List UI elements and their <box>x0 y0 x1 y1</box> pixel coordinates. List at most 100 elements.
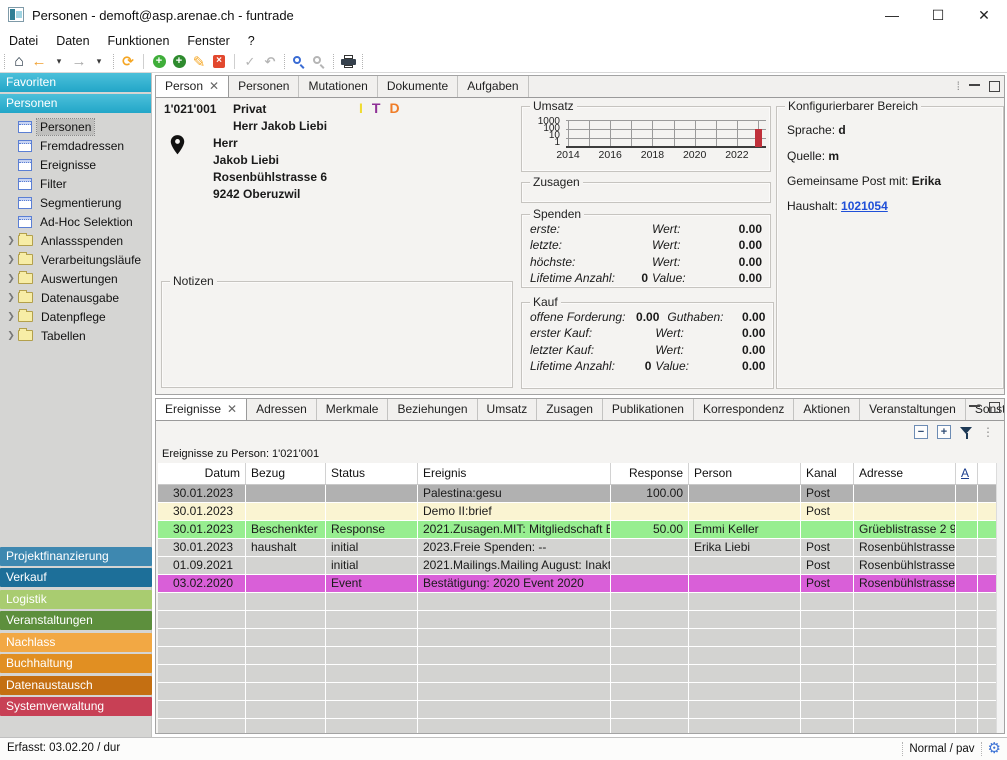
person-tab-dokumente[interactable]: Dokumente <box>378 76 458 97</box>
sidebar-item-datenausgabe[interactable]: ❯Datenausgabe <box>0 288 151 307</box>
person-tab-personen[interactable]: Personen <box>229 76 299 97</box>
menu-item-datei[interactable]: Datei <box>0 32 47 50</box>
sidebar-item-personen[interactable]: Personen <box>0 117 151 136</box>
events-table-scrollbar[interactable] <box>996 463 1004 733</box>
print-icon[interactable] <box>338 52 358 72</box>
table-row[interactable]: 30.01.2023haushaltinitial2023.Freie Spen… <box>158 539 996 557</box>
module-bar-datenaustausch[interactable]: Datenaustausch <box>0 676 152 695</box>
module-bar-logistik[interactable]: Logistik <box>0 590 152 609</box>
menu-item-?[interactable]: ? <box>239 32 264 50</box>
person-tab-aufgaben[interactable]: Aufgaben <box>458 76 528 97</box>
column-header-response[interactable]: Response <box>611 463 689 484</box>
delete-trash-icon[interactable]: × <box>209 52 229 72</box>
column-header-label: Person <box>694 466 732 480</box>
sidebar-item-segmentierung[interactable]: Segmentierung <box>0 193 151 212</box>
sidebar-header-favoriten[interactable]: Favoriten <box>0 73 151 92</box>
window-close-button[interactable]: ✕ <box>961 0 1007 30</box>
column-header-label: A <box>961 466 969 480</box>
column-header-adresse[interactable]: Adresse <box>854 463 956 484</box>
person-panel-maximize-icon[interactable] <box>989 81 1000 92</box>
module-bar-verkauf[interactable]: Verkauf <box>0 568 152 587</box>
module-bar-systemverwaltung[interactable]: Systemverwaltung <box>0 697 152 716</box>
sidebar-item-verarbeitungsläufe[interactable]: ❯Verarbeitungsläufe <box>0 250 151 269</box>
notes-fieldset[interactable]: Notizen <box>161 274 513 388</box>
column-header-person[interactable]: Person <box>689 463 801 484</box>
events-tab-umsatz[interactable]: Umsatz <box>478 399 538 420</box>
table-row[interactable]: 30.01.2023Demo II:briefPost <box>158 503 996 521</box>
column-header-datum[interactable]: Datum <box>158 463 246 484</box>
sidebar-item-filter[interactable]: Filter <box>0 174 151 193</box>
chevron-right-icon[interactable]: ❯ <box>4 235 18 246</box>
forward-dropdown-icon[interactable]: ▾ <box>89 52 109 72</box>
chevron-right-icon[interactable]: ❯ <box>4 292 18 303</box>
column-header-status[interactable]: Status <box>326 463 418 484</box>
chevron-right-icon[interactable]: ❯ <box>4 254 18 265</box>
events-tab-publikationen[interactable]: Publikationen <box>603 399 694 420</box>
filter-funnel-icon[interactable] <box>960 426 973 439</box>
person-panel-minimize-icon[interactable] <box>969 83 980 86</box>
add-icon[interactable]: + <box>149 52 169 72</box>
table-row[interactable]: 03.02.2020EventBestätigung: 2020 Event 2… <box>158 575 996 593</box>
chevron-right-icon[interactable]: ❯ <box>4 330 18 341</box>
haushalt-link[interactable]: 1021054 <box>841 199 888 213</box>
events-panel-maximize-icon[interactable] <box>989 402 1000 413</box>
events-tab-zusagen[interactable]: Zusagen <box>537 399 603 420</box>
events-tab-veranstaltungen[interactable]: Veranstaltungen <box>860 399 966 420</box>
events-tab-ereignisse[interactable]: Ereignisse✕ <box>156 399 247 420</box>
sidebar-item-ad-hoc-selektion[interactable]: Ad-Hoc Selektion <box>0 212 151 231</box>
window-maximize-button[interactable]: ☐ <box>915 0 961 30</box>
add-special-icon[interactable]: + <box>169 52 189 72</box>
person-panel-kebab-icon[interactable]: ⁞ <box>957 79 960 93</box>
column-header-bezug[interactable]: Bezug <box>246 463 326 484</box>
events-tab-korrespondenz[interactable]: Korrespondenz <box>694 399 794 420</box>
events-tab-aktionen[interactable]: Aktionen <box>794 399 860 420</box>
events-kebab-icon[interactable]: ⋮ <box>982 425 994 439</box>
module-bar-veranstaltungen[interactable]: Veranstaltungen <box>0 611 152 630</box>
table-row[interactable]: 30.01.2023Palestina:gesu100.00Post <box>158 485 996 503</box>
confirm-check-icon[interactable]: ✓ <box>240 52 260 72</box>
column-header-kanal[interactable]: Kanal <box>801 463 854 484</box>
sidebar-item-auswertungen[interactable]: ❯Auswertungen <box>0 269 151 288</box>
sidebar: Favoriten Personen PersonenFremdadressen… <box>0 73 152 737</box>
chevron-right-icon[interactable]: ❯ <box>4 311 18 322</box>
settings-gear-icon[interactable]: ⚙ <box>988 741 1001 756</box>
events-panel-minimize-icon[interactable] <box>969 404 980 407</box>
sidebar-item-datenpflege[interactable]: ❯Datenpflege <box>0 307 151 326</box>
chart-gridline <box>610 120 611 147</box>
menu-item-daten[interactable]: Daten <box>47 32 98 50</box>
chevron-right-icon[interactable]: ❯ <box>4 273 18 284</box>
sidebar-item-anlassspenden[interactable]: ❯Anlassspenden <box>0 231 151 250</box>
sidebar-item-tabellen[interactable]: ❯Tabellen <box>0 326 151 345</box>
module-bar-nachlass[interactable]: Nachlass <box>0 633 152 652</box>
events-tab-adressen[interactable]: Adressen <box>247 399 317 420</box>
window-minimize-button[interactable]: — <box>869 0 915 30</box>
person-tab-mutationen[interactable]: Mutationen <box>299 76 377 97</box>
menu-item-funktionen[interactable]: Funktionen <box>99 32 179 50</box>
column-header-ereignis[interactable]: Ereignis <box>418 463 611 484</box>
forward-icon[interactable]: → <box>69 52 89 72</box>
undo-icon[interactable]: ↶ <box>260 52 280 72</box>
expand-all-button[interactable]: + <box>937 425 951 439</box>
table-row[interactable]: 01.09.2021initial2021.Mailings.Mailing A… <box>158 557 996 575</box>
sidebar-header-personen[interactable]: Personen <box>0 94 151 113</box>
search-icon[interactable] <box>289 52 309 72</box>
close-tab-icon[interactable]: ✕ <box>227 399 237 420</box>
events-tab-beziehungen[interactable]: Beziehungen <box>388 399 477 420</box>
module-bar-projektfinanzierung[interactable]: Projektfinanzierung <box>0 547 152 566</box>
events-tab-merkmale[interactable]: Merkmale <box>317 399 389 420</box>
module-bar-buchhaltung[interactable]: Buchhaltung <box>0 654 152 673</box>
person-tab-person[interactable]: Person✕ <box>156 76 229 97</box>
sidebar-item-ereignisse[interactable]: Ereignisse <box>0 155 151 174</box>
refresh-icon[interactable]: ⟳ <box>118 52 138 72</box>
sidebar-item-fremdadressen[interactable]: Fremdadressen <box>0 136 151 155</box>
back-icon[interactable]: ← <box>29 52 49 72</box>
back-dropdown-icon[interactable]: ▾ <box>49 52 69 72</box>
home-icon[interactable]: ⌂ <box>9 52 29 72</box>
column-header-a[interactable]: A <box>956 463 978 484</box>
collapse-all-button[interactable]: − <box>914 425 928 439</box>
edit-pencil-icon[interactable]: ✎ <box>189 52 209 72</box>
close-tab-icon[interactable]: ✕ <box>209 76 219 97</box>
menu-item-fenster[interactable]: Fenster <box>178 32 238 50</box>
table-row[interactable]: 30.01.2023BeschenkterResponse2021.Zusage… <box>158 521 996 539</box>
search-secondary-icon[interactable] <box>309 52 329 72</box>
